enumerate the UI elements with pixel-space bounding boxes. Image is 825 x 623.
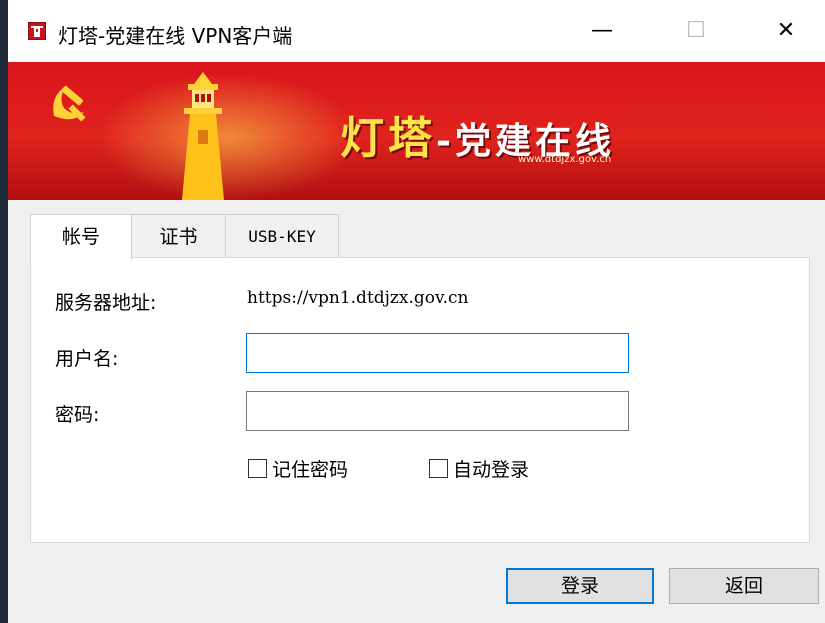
minimize-button[interactable]: —	[574, 14, 630, 48]
vpn-client-window: 灯塔-党建在线 VPN客户端 — ☐ ✕ 灯塔-党建在线 www.dtdjzx.…	[8, 0, 825, 623]
banner-url: www.dtdjzx.gov.cn	[518, 154, 612, 165]
username-label: 用户名:	[55, 348, 119, 370]
remember-password-box[interactable]	[248, 459, 267, 478]
auto-login-box[interactable]	[429, 459, 448, 478]
desktop-strip	[0, 0, 8, 623]
server-address-label: 服务器地址:	[55, 292, 157, 314]
auto-login-checkbox[interactable]: 自动登录	[429, 455, 529, 482]
remember-password-label: 记住密码	[272, 459, 349, 481]
brand-banner: 灯塔-党建在线 www.dtdjzx.gov.cn	[8, 62, 825, 200]
title-bar[interactable]: 灯塔-党建在线 VPN客户端 — ☐ ✕	[8, 0, 825, 62]
server-address-value: https://vpn1.dtdjzx.gov.cn	[247, 288, 469, 308]
back-button[interactable]: 返回	[669, 568, 819, 604]
maximize-button[interactable]: ☐	[668, 14, 724, 48]
party-emblem-icon	[53, 86, 86, 122]
password-input[interactable]	[246, 391, 629, 431]
tab-account[interactable]: 帐号	[30, 214, 132, 260]
lighthouse-icon	[182, 72, 224, 200]
remember-password-checkbox[interactable]: 记住密码	[248, 455, 348, 482]
close-button[interactable]: ✕	[758, 14, 814, 48]
username-input[interactable]	[246, 333, 629, 373]
account-login-panel: 服务器地址: https://vpn1.dtdjzx.gov.cn 用户名: 密…	[30, 257, 810, 543]
password-label: 密码:	[55, 404, 100, 426]
tab-usb-key[interactable]: USB-KEY	[225, 214, 339, 258]
banner-title-main: 灯塔	[340, 113, 436, 164]
tab-certificate[interactable]: 证书	[131, 214, 226, 258]
app-icon	[28, 22, 46, 40]
auto-login-label: 自动登录	[453, 459, 530, 481]
window-title: 灯塔-党建在线 VPN客户端	[58, 24, 293, 48]
login-button[interactable]: 登录	[506, 568, 654, 604]
